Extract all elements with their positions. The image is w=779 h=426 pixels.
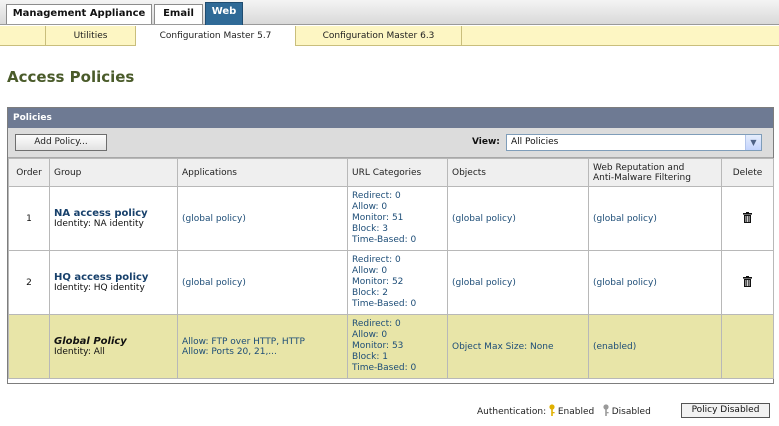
objects-link[interactable]: (global policy) [452, 214, 516, 224]
url-allow[interactable]: Allow: 0 [352, 202, 443, 213]
policy-identity: Identity: NA identity [54, 219, 144, 229]
policies-table: Order Group Applications URL Categories … [8, 158, 774, 379]
row-url-categories[interactable]: Redirect: 0 Allow: 0 Monitor: 52 Block: … [347, 250, 448, 315]
row-web-reputation: (enabled) [588, 314, 722, 379]
url-time-based[interactable]: Time-Based: 0 [352, 235, 443, 246]
col-applications: Applications [177, 158, 348, 187]
applications-link[interactable]: (global policy) [182, 278, 246, 288]
view-select[interactable]: All Policies ▼ [506, 134, 762, 151]
global-policy-link[interactable]: Global Policy [54, 336, 173, 347]
policy-identity: Identity: All [54, 347, 105, 357]
col-objects: Objects [447, 158, 589, 187]
objects-link[interactable]: Object Max Size: None [452, 342, 554, 352]
trash-icon[interactable] [743, 275, 752, 287]
row-objects: (global policy) [447, 250, 589, 315]
objects-link[interactable]: (global policy) [452, 278, 516, 288]
col-web-reputation-line2: Anti-Malware Filtering [593, 172, 691, 183]
row-order [8, 314, 50, 379]
row-url-categories[interactable]: Redirect: 0 Allow: 0 Monitor: 51 Block: … [347, 186, 448, 251]
chevron-down-icon[interactable]: ▼ [745, 135, 761, 150]
url-redirect[interactable]: Redirect: 0 [352, 191, 443, 202]
col-group: Group [49, 158, 178, 187]
policy-identity: Identity: HQ identity [54, 283, 145, 293]
url-redirect[interactable]: Redirect: 0 [352, 255, 443, 266]
url-monitor[interactable]: Monitor: 51 [352, 213, 443, 224]
row-web-reputation: (global policy) [588, 186, 722, 251]
subtab-config-master-57[interactable]: Configuration Master 5.7 [136, 26, 296, 46]
col-order: Order [8, 158, 50, 187]
row-delete-empty [721, 314, 774, 379]
policy-name-link[interactable]: HQ access policy [54, 272, 173, 283]
web-reputation-link[interactable]: (global policy) [593, 278, 657, 288]
url-monitor[interactable]: Monitor: 52 [352, 277, 443, 288]
sub-nav-bar: Utilities Configuration Master 5.7 Confi… [0, 26, 779, 46]
key-enabled-icon [549, 404, 555, 416]
legend-disabled: Disabled [611, 407, 651, 417]
top-nav-bar: Management Appliance Email Web [0, 0, 779, 25]
view-select-value: All Policies [511, 137, 559, 147]
col-delete: Delete [721, 158, 774, 187]
subtab-utilities[interactable]: Utilities [46, 26, 136, 46]
policy-name-link[interactable]: NA access policy [54, 208, 173, 219]
col-web-reputation-line1: Web Reputation and [593, 162, 685, 173]
url-time-based[interactable]: Time-Based: 0 [352, 299, 443, 310]
table-row-global: Global Policy Identity: All Allow: FTP o… [8, 314, 774, 379]
page-title: Access Policies [7, 68, 135, 86]
row-objects: Object Max Size: None [447, 314, 589, 379]
row-delete [721, 250, 774, 315]
legend-enabled: Enabled [557, 407, 595, 417]
applications-link[interactable]: (global policy) [182, 214, 246, 224]
url-block[interactable]: Block: 1 [352, 352, 443, 363]
row-order: 2 [8, 250, 50, 315]
url-block[interactable]: Block: 3 [352, 224, 443, 235]
legend-auth-label: Authentication: [477, 407, 547, 417]
row-group: Global Policy Identity: All [49, 314, 178, 379]
legend: Authentication: Enabled Disabled [477, 404, 651, 417]
row-applications: Allow: FTP over HTTP, HTTP Allow: Ports … [177, 314, 348, 379]
row-group: HQ access policy Identity: HQ identity [49, 250, 178, 315]
web-reputation-link[interactable]: (global policy) [593, 214, 657, 224]
row-delete [721, 186, 774, 251]
policy-disabled-badge: Policy Disabled [681, 403, 770, 418]
tab-web[interactable]: Web [205, 2, 243, 25]
url-monitor[interactable]: Monitor: 53 [352, 341, 443, 352]
add-policy-button[interactable]: Add Policy... [15, 134, 107, 151]
row-applications: (global policy) [177, 250, 348, 315]
url-allow[interactable]: Allow: 0 [352, 330, 443, 341]
key-disabled-icon [603, 404, 609, 416]
table-header-row: Order Group Applications URL Categories … [8, 158, 774, 187]
applications-link[interactable]: Allow: FTP over HTTP, HTTP [182, 337, 343, 347]
col-url-categories: URL Categories [347, 158, 448, 187]
col-web-reputation: Web Reputation and Anti-Malware Filterin… [588, 158, 722, 187]
url-redirect[interactable]: Redirect: 0 [352, 319, 443, 330]
web-reputation-link[interactable]: (enabled) [593, 342, 636, 352]
row-url-categories[interactable]: Redirect: 0 Allow: 0 Monitor: 53 Block: … [347, 314, 448, 379]
panel-toolbar: Add Policy... View: All Policies ▼ [8, 128, 773, 158]
trash-icon[interactable] [743, 211, 752, 223]
row-objects: (global policy) [447, 186, 589, 251]
row-applications: (global policy) [177, 186, 348, 251]
policies-panel: Policies Add Policy... View: All Policie… [7, 107, 774, 384]
url-time-based[interactable]: Time-Based: 0 [352, 363, 443, 374]
sub-nav-spacer [0, 26, 46, 46]
row-web-reputation: (global policy) [588, 250, 722, 315]
subtab-config-master-63[interactable]: Configuration Master 6.3 [296, 26, 462, 46]
url-block[interactable]: Block: 2 [352, 288, 443, 299]
tab-email[interactable]: Email [154, 4, 203, 24]
table-row: 1 NA access policy Identity: NA identity… [8, 186, 774, 251]
url-allow[interactable]: Allow: 0 [352, 266, 443, 277]
applications-link-2[interactable]: Allow: Ports 20, 21,... [182, 347, 343, 357]
row-group: NA access policy Identity: NA identity [49, 186, 178, 251]
view-label: View: [472, 137, 500, 147]
row-order: 1 [8, 186, 50, 251]
tab-management-appliance[interactable]: Management Appliance [6, 4, 152, 24]
table-row: 2 HQ access policy Identity: HQ identity… [8, 250, 774, 315]
panel-title: Policies [8, 108, 773, 128]
